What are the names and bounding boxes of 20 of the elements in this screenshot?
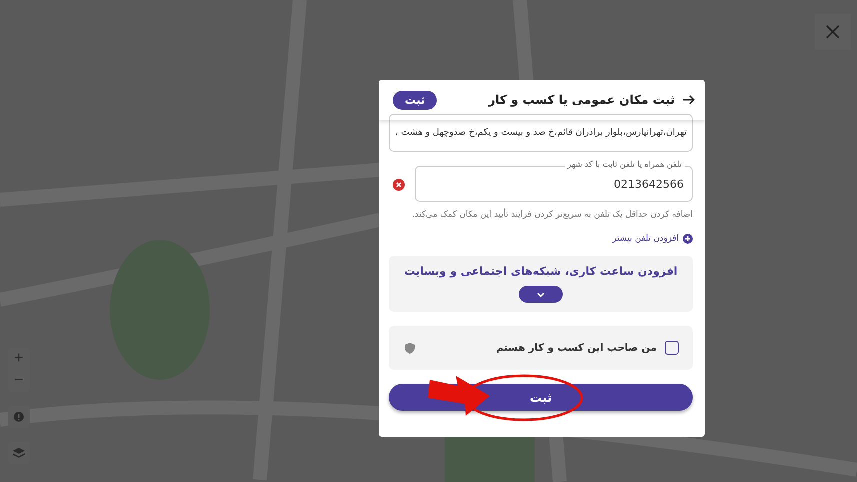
arrow-annotation — [428, 376, 490, 416]
dialog-title: ثبت مکان عمومی یا کسب و کار — [487, 93, 675, 107]
shield-icon — [405, 342, 415, 354]
close-button[interactable] — [815, 14, 851, 50]
info-icon — [14, 412, 24, 422]
phone-field-label: تلفن همراه یا تلفن ثابت با کد شهر — [564, 160, 685, 169]
chevron-icon — [537, 292, 545, 298]
expand-button[interactable] — [519, 286, 563, 303]
address-field[interactable]: تهران،تهرانپارس،بلوار برادران قائم،خ صد و بیست و یکم،خ صدوچهل و هشت ، — [389, 114, 693, 152]
remove-icon[interactable] — [393, 179, 405, 191]
back-arrow-icon[interactable] — [683, 95, 695, 105]
more-info-title: افزودن ساعت کاری، شبکه‌های اجتماعی و وبسایت — [404, 265, 678, 278]
header-submit-button[interactable]: ثبت — [393, 90, 438, 110]
owner-label: من صاحب این کسب و کار هستم — [495, 342, 657, 354]
add-phone-link[interactable]: افزودن تلفن بیشتر — [612, 234, 693, 244]
owner-checkbox[interactable] — [665, 341, 679, 355]
plus-icon — [683, 234, 693, 244]
phone-hint: اضافه کردن حداقل یک تلفن به سریع‌تر کردن فرایند تأیید این مکان کمک می‌کند. — [411, 210, 693, 220]
layers-icon — [13, 448, 25, 458]
close-icon — [826, 25, 840, 39]
